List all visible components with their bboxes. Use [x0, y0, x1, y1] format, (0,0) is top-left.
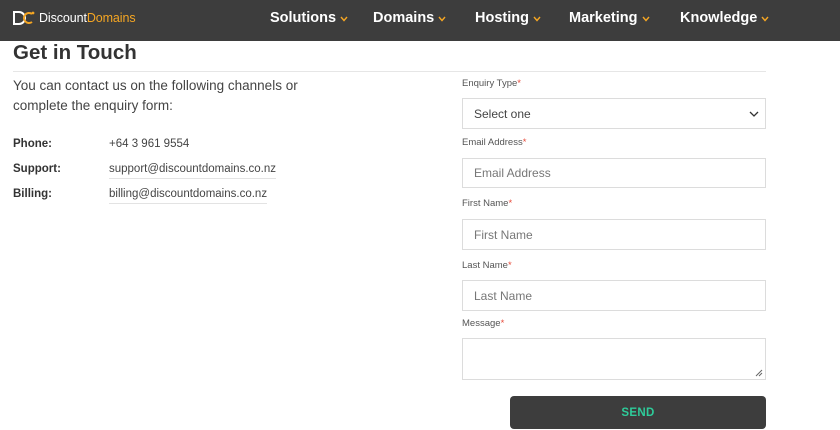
phone-value: +64 3 961 9554 [109, 138, 190, 150]
resize-grip-icon[interactable] [755, 369, 763, 377]
first-name-placeholder: First Name [474, 227, 533, 242]
title-divider [13, 71, 766, 72]
email-field[interactable]: Email Address [462, 158, 766, 188]
enquiry-type-label: Enquiry Type* [462, 78, 521, 89]
support-label: Support: [13, 163, 61, 175]
intro-text: You can contact us on the following chan… [13, 78, 298, 113]
logo-mark-icon [13, 11, 35, 25]
send-button[interactable]: SEND [510, 396, 766, 429]
chevron-down-icon [749, 111, 759, 117]
nav-item-solutions[interactable]: Solutions [270, 9, 348, 27]
message-textarea[interactable] [462, 338, 766, 380]
brand-logo[interactable]: DiscountDomains [13, 8, 136, 28]
nav-item-marketing[interactable]: Marketing [569, 9, 650, 27]
billing-label: Billing: [13, 188, 52, 200]
brand-name: DiscountDomains [39, 11, 136, 25]
chevron-down-icon [533, 16, 541, 22]
first-name-label: First Name* [462, 198, 513, 209]
message-label: Message* [462, 318, 505, 329]
nav-item-knowledge[interactable]: Knowledge [680, 9, 769, 27]
enquiry-type-select[interactable]: Select one [462, 98, 766, 129]
last-name-field[interactable]: Last Name [462, 280, 766, 311]
billing-email-link-wrap: billing@discountdomains.co.nz [109, 188, 268, 204]
phone-label: Phone: [13, 138, 52, 150]
chevron-down-icon [438, 16, 446, 22]
support-email-link-wrap: support@discountdomains.co.nz [109, 163, 277, 179]
page-title: Get in Touch [13, 41, 137, 64]
billing-email-link[interactable]: billing@discountdomains.co.nz [109, 188, 268, 204]
chevron-down-icon [340, 16, 348, 22]
chevron-down-icon [641, 16, 650, 22]
top-navigation-bar: DiscountDomains Solutions Domains Hostin… [0, 0, 840, 41]
support-email-link[interactable]: support@discountdomains.co.nz [109, 163, 277, 179]
last-name-placeholder: Last Name [474, 288, 533, 303]
email-label: Email Address* [462, 137, 527, 148]
enquiry-type-selected: Select one [474, 106, 531, 121]
email-placeholder: Email Address [474, 166, 551, 180]
nav-item-domains[interactable]: Domains [373, 9, 446, 27]
nav-item-hosting[interactable]: Hosting [475, 9, 541, 27]
last-name-label: Last Name* [462, 260, 512, 271]
chevron-down-icon [761, 16, 769, 22]
first-name-field[interactable]: First Name [462, 219, 766, 250]
